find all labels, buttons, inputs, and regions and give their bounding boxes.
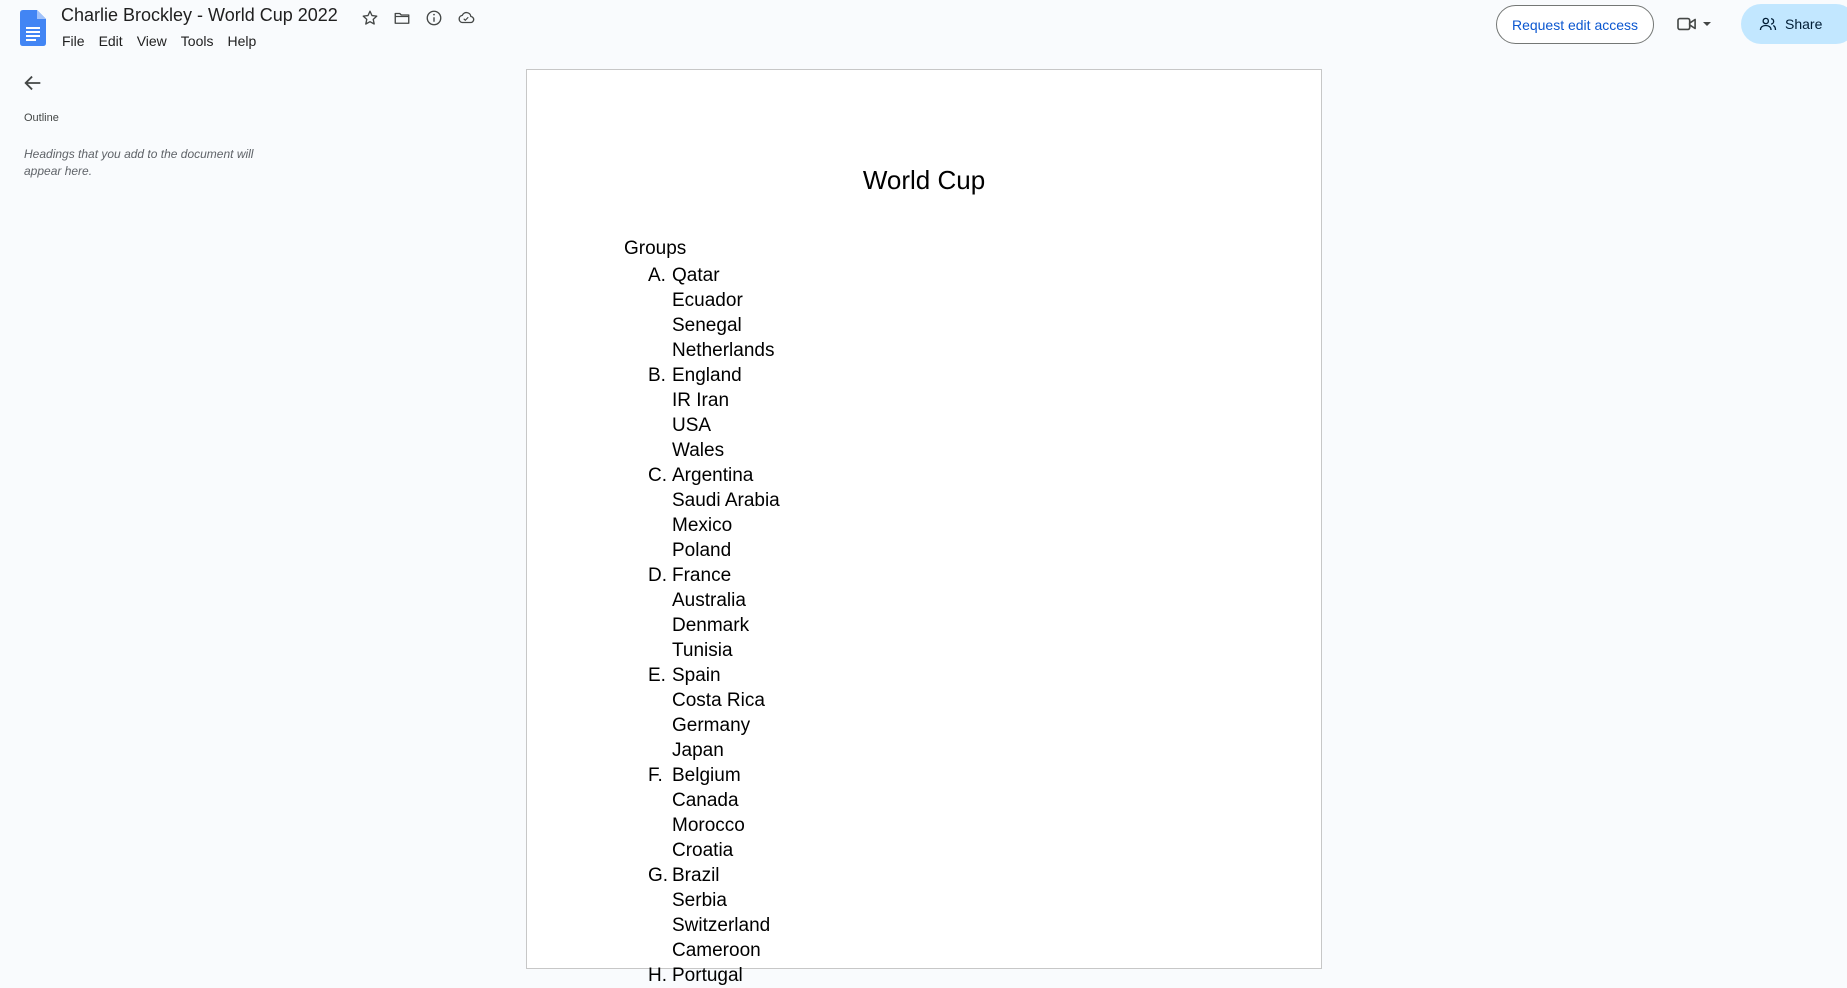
team-name: Ecuador bbox=[672, 290, 743, 311]
title-icons bbox=[358, 6, 478, 30]
team-name: Denmark bbox=[672, 615, 750, 636]
team-list: Argentina Saudi Arabia Mexico Poland bbox=[672, 463, 780, 563]
team-name: Argentina bbox=[672, 465, 754, 486]
group-item: A. Qatar Ecuador Senegal Netherlands bbox=[648, 263, 780, 363]
document-title[interactable]: Charlie Brockley - World Cup 2022 bbox=[61, 5, 338, 26]
team-name: Switzerland bbox=[672, 915, 771, 936]
team-name: Germany bbox=[672, 715, 751, 736]
document-heading: World Cup bbox=[862, 165, 986, 195]
group-letter: E. bbox=[648, 665, 666, 686]
team-name: Tunisia bbox=[672, 640, 733, 661]
team-list: Belgium Canada Morocco Croatia bbox=[672, 763, 780, 863]
groups-label: Groups bbox=[624, 238, 687, 259]
top-bar: Charlie Brockley - World Cup 2022 File E… bbox=[0, 0, 1847, 64]
group-item: E. Spain Costa Rica Germany Japan bbox=[648, 663, 780, 763]
menu-help[interactable]: Help bbox=[220, 32, 263, 50]
group-letter: G. bbox=[648, 865, 669, 886]
meet-button[interactable] bbox=[1676, 10, 1722, 38]
menu-tools[interactable]: Tools bbox=[174, 32, 221, 50]
group-item: F. Belgium Canada Morocco Croatia bbox=[648, 763, 780, 863]
team-name: Serbia bbox=[672, 890, 727, 911]
team-name: Senegal bbox=[672, 315, 742, 336]
team-name: USA bbox=[672, 415, 712, 436]
star-icon[interactable] bbox=[358, 6, 382, 30]
outline-sidebar: Outline Headings that you add to the doc… bbox=[0, 64, 300, 962]
team-list: France Australia Denmark Tunisia bbox=[672, 563, 780, 663]
outline-hint: Headings that you add to the document wi… bbox=[24, 147, 254, 178]
group-letter: C. bbox=[648, 465, 667, 486]
team-list: Brazil Serbia Switzerland Cameroon bbox=[672, 863, 780, 963]
people-icon bbox=[1759, 16, 1777, 32]
group-item: H. Portugal bbox=[648, 963, 780, 988]
team-list: Qatar Ecuador Senegal Netherlands bbox=[672, 263, 780, 363]
team-list: Portugal bbox=[672, 963, 780, 988]
team-name: Netherlands bbox=[672, 340, 775, 361]
info-icon[interactable] bbox=[422, 6, 446, 30]
team-list: Spain Costa Rica Germany Japan bbox=[672, 663, 780, 763]
group-item: C. Argentina Saudi Arabia Mexico Poland bbox=[648, 463, 780, 563]
team-name: IR Iran bbox=[672, 390, 730, 411]
team-name: Costa Rica bbox=[672, 690, 765, 711]
team-name: Spain bbox=[672, 665, 721, 686]
outline-label: Outline bbox=[24, 112, 59, 124]
team-name: Australia bbox=[672, 590, 746, 611]
group-item: G. Brazil Serbia Switzerland Cameroon bbox=[648, 863, 780, 963]
docs-logo-icon[interactable] bbox=[20, 10, 46, 46]
team-name: Wales bbox=[672, 440, 725, 461]
cloud-icon[interactable] bbox=[454, 6, 478, 30]
menu-file[interactable]: File bbox=[62, 32, 92, 50]
folder-icon[interactable] bbox=[390, 6, 414, 30]
team-name: Morocco bbox=[672, 815, 745, 836]
team-name: France bbox=[672, 565, 732, 586]
team-name: Canada bbox=[672, 790, 739, 811]
group-item: B. England IR Iran USA Wales bbox=[648, 363, 780, 463]
menu-view[interactable]: View bbox=[130, 32, 174, 50]
group-letter: H. bbox=[648, 965, 667, 986]
group-letter: D. bbox=[648, 565, 667, 586]
menu-bar: File Edit View Tools Help bbox=[62, 32, 263, 50]
group-list: A. Qatar Ecuador Senegal Netherlands B. Englan… bbox=[648, 263, 780, 988]
team-name: Qatar bbox=[672, 265, 720, 286]
menu-edit[interactable]: Edit bbox=[92, 32, 130, 50]
team-name: Cameroon bbox=[672, 940, 761, 961]
team-name: Belgium bbox=[672, 765, 741, 786]
team-name: Poland bbox=[672, 540, 732, 561]
chevron-down-icon bbox=[1702, 19, 1712, 29]
video-camera-icon bbox=[1676, 15, 1698, 33]
team-name: Japan bbox=[672, 740, 724, 761]
document-page[interactable]: World Cup Groups A. Qatar Ecuador Senegal Ne… bbox=[526, 69, 1322, 986]
team-name: Saudi Arabia bbox=[672, 490, 780, 511]
share-button[interactable]: Share bbox=[1741, 4, 1847, 44]
team-name: Portugal bbox=[672, 965, 743, 986]
team-name: Croatia bbox=[672, 840, 734, 861]
group-item: D. France Australia Denmark Tunisia bbox=[648, 563, 780, 663]
team-list: England IR Iran USA Wales bbox=[672, 363, 780, 463]
team-name: Brazil bbox=[672, 865, 720, 886]
team-name: England bbox=[672, 365, 742, 386]
team-name: Mexico bbox=[672, 515, 733, 536]
share-label: Share bbox=[1785, 16, 1823, 32]
group-letter: B. bbox=[648, 365, 666, 386]
group-letter: F. bbox=[648, 765, 663, 786]
back-arrow-icon[interactable] bbox=[22, 72, 46, 96]
group-letter: A. bbox=[648, 265, 666, 286]
request-edit-access-button[interactable]: Request edit access bbox=[1496, 5, 1654, 44]
